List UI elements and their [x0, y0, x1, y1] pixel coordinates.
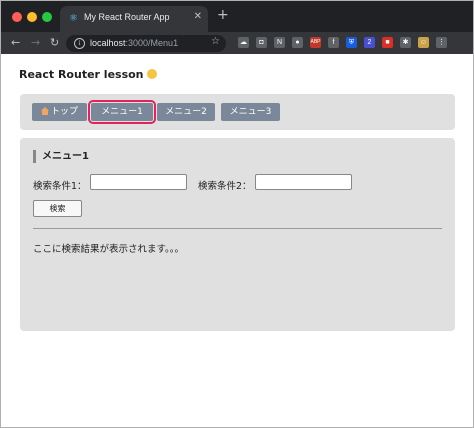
- section-title: メニュー1: [33, 150, 89, 163]
- nav-menu: トップ メニュー1 メニュー2 メニュー3: [20, 94, 455, 130]
- mask-icon[interactable]: ●: [292, 37, 303, 48]
- thinking-emoji-icon: [146, 69, 157, 79]
- menu1-panel: メニュー1 検索条件1： 検索条件2： 検索 ここに検索結果が表示されます。。。: [20, 138, 455, 331]
- pocket-icon[interactable]: ◘: [256, 37, 267, 48]
- badge-2-icon[interactable]: 2: [364, 37, 375, 48]
- nav-menu2-button[interactable]: メニュー2: [157, 103, 215, 121]
- abp-icon[interactable]: ABP: [310, 37, 321, 48]
- tab-close-icon[interactable]: ✕: [194, 11, 202, 22]
- title-bar: ⚛ My React Router App ✕ +: [1, 1, 473, 32]
- reload-button[interactable]: ↻: [50, 35, 59, 51]
- nav-menu1-button[interactable]: メニュー1: [88, 100, 156, 124]
- new-tab-button[interactable]: +: [217, 8, 229, 22]
- notion-icon[interactable]: N: [274, 37, 285, 48]
- close-window-button[interactable]: [12, 12, 22, 22]
- search-condition1-label: 検索条件1：: [33, 181, 87, 192]
- divider: [33, 228, 442, 229]
- bitwarden-icon[interactable]: ⛨: [346, 37, 357, 48]
- page-content: React Router lesson トップ メニュー1 メニュー2 メニュー…: [1, 54, 473, 427]
- home-icon: [40, 107, 49, 115]
- nav-top-label: トップ: [50, 107, 78, 117]
- page-title-text: React Router lesson: [19, 68, 144, 81]
- puzzle-icon[interactable]: ✱: [400, 37, 411, 48]
- more-icon[interactable]: ⋮: [436, 37, 447, 48]
- forward-button[interactable]: →: [31, 35, 40, 51]
- cloud-icon[interactable]: ☁: [238, 37, 249, 48]
- nav-menu3-button[interactable]: メニュー3: [221, 103, 280, 121]
- browser-tab[interactable]: ⚛ My React Router App ✕: [60, 6, 208, 32]
- formula-icon[interactable]: f: [328, 37, 339, 48]
- url-host: localhost: [90, 38, 126, 48]
- address-bar[interactable]: i localhost:3000/Menu1 ☆: [66, 35, 226, 52]
- avatar-icon[interactable]: ☺: [418, 37, 429, 48]
- red-ext-icon[interactable]: ■: [382, 37, 393, 48]
- maximize-window-button[interactable]: [42, 12, 52, 22]
- bookmark-star-icon[interactable]: ☆: [211, 36, 220, 47]
- tab-title: My React Router App: [84, 12, 170, 22]
- page-title: React Router lesson: [19, 68, 157, 81]
- nav-top-button[interactable]: トップ: [32, 103, 87, 121]
- url-path: :3000/Menu1: [125, 38, 179, 48]
- back-button[interactable]: ←: [11, 35, 20, 51]
- browser-window: ⚛ My React Router App ✕ + ← → ↻ i localh…: [0, 0, 474, 428]
- info-icon[interactable]: i: [74, 38, 85, 49]
- search-result-text: ここに検索結果が表示されます。。。: [33, 244, 185, 255]
- search-condition2-label: 検索条件2：: [198, 181, 252, 192]
- search-condition1-input[interactable]: [90, 174, 187, 190]
- search-condition2-input[interactable]: [255, 174, 352, 190]
- react-icon: ⚛: [69, 13, 78, 24]
- search-button[interactable]: 検索: [33, 200, 82, 217]
- url-text[interactable]: localhost:3000/Menu1: [90, 37, 178, 49]
- minimize-window-button[interactable]: [27, 12, 37, 22]
